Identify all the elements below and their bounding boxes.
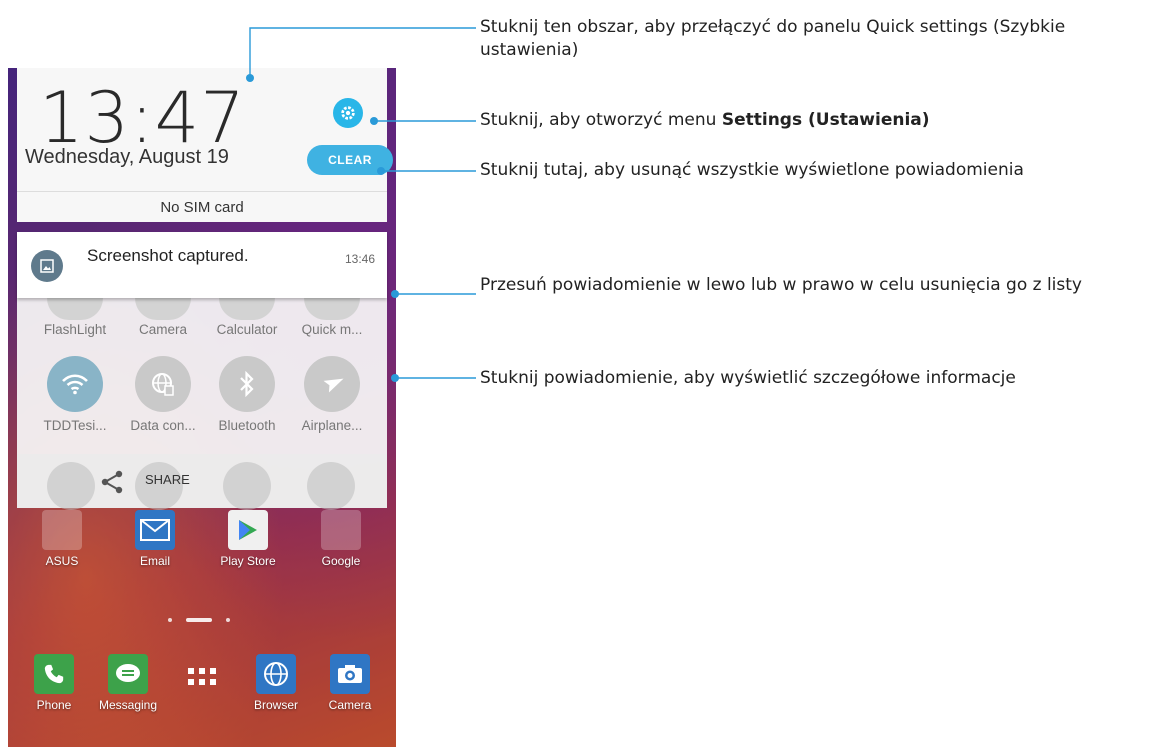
notification-title: Screenshot captured. bbox=[87, 246, 249, 265]
notification-screenshot[interactable]: Screenshot captured. 13:46 bbox=[17, 232, 387, 298]
callout-settings-bold: Settings (Ustawienia) bbox=[721, 110, 930, 130]
callout-swipe: Przesuń powiadomienie w lewo lub w prawo… bbox=[480, 275, 1082, 295]
callout-quick-settings: Stuknij ten obszar, aby przełączyć do pa… bbox=[480, 17, 1066, 60]
image-icon bbox=[31, 250, 63, 282]
callout-settings: Stuknij, aby otworzyć menu Settings (Ust… bbox=[480, 109, 1150, 132]
notification-time: 13:46 bbox=[344, 252, 375, 266]
callout-clear: Stuknij tutaj, aby usunąć wszystkie wyśw… bbox=[480, 160, 1024, 180]
callout-settings-prefix: Stuknij, aby otworzyć menu bbox=[480, 110, 722, 130]
callout-tap: Stuknij powiadomienie, aby wyświetlić sz… bbox=[480, 368, 1016, 388]
